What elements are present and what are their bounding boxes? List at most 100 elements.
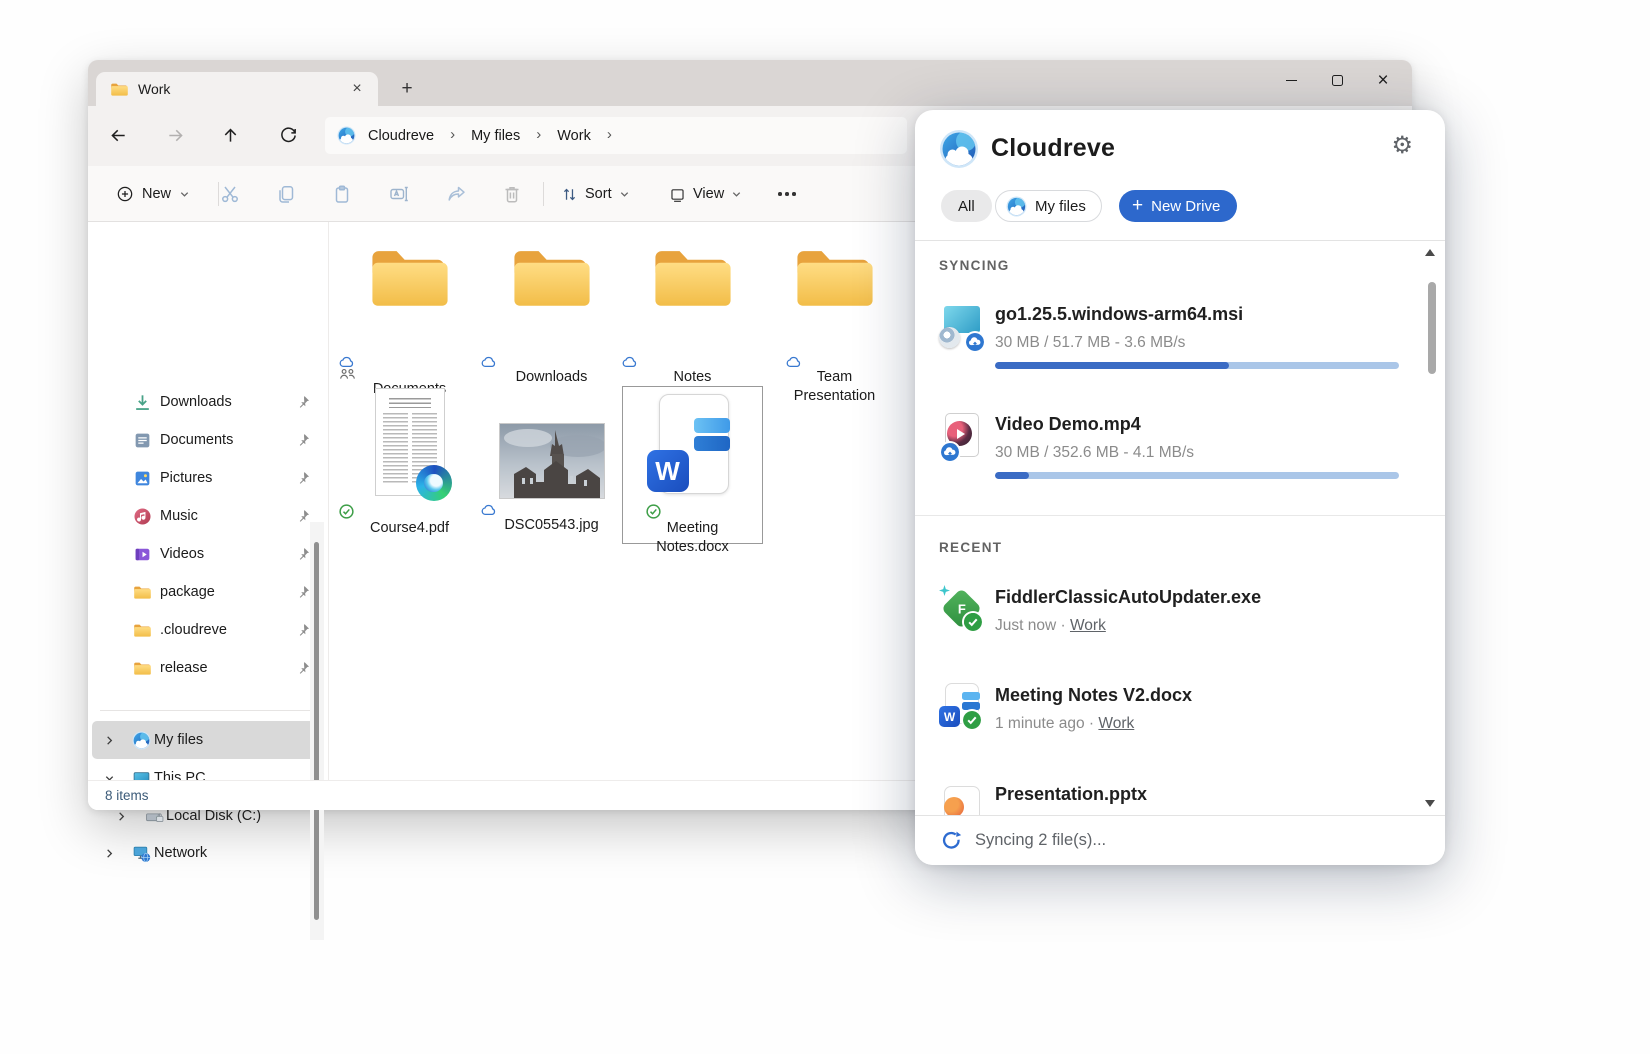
chevron-down-icon — [619, 189, 630, 200]
chevron-right-icon[interactable] — [102, 735, 116, 746]
view-label: View — [693, 186, 724, 202]
view-button[interactable]: View — [660, 177, 751, 211]
filter-all-chip[interactable]: All — [941, 190, 992, 222]
recent-location-link[interactable]: Work — [1070, 617, 1106, 634]
file-tile-dsc05543-jpg[interactable]: DSC05543.jpg — [481, 386, 622, 544]
cut-button[interactable] — [213, 177, 247, 211]
copy-button[interactable] — [269, 177, 303, 211]
scroll-up-arrow[interactable] — [1425, 249, 1435, 256]
close-button[interactable]: × — [1360, 60, 1406, 100]
file-tile-label: Meeting Notes.docx — [622, 504, 763, 557]
chevron-right-icon[interactable] — [102, 848, 116, 859]
tab-work[interactable]: Work × — [96, 72, 378, 106]
paste-button[interactable] — [325, 177, 359, 211]
plus-icon: + — [1132, 196, 1143, 215]
pin-icon[interactable] — [295, 471, 310, 486]
tab-title: Work — [138, 81, 337, 97]
panel-scroll-area[interactable]: SYNCING go1.25.5.windows-arm64.msi 30 MB… — [915, 241, 1445, 815]
sort-button[interactable]: Sort — [552, 177, 639, 211]
pdf-thumbnail — [375, 388, 445, 496]
syncing-header: SYNCING — [939, 258, 1010, 273]
maximize-icon — [1332, 75, 1343, 86]
pin-icon[interactable] — [295, 509, 310, 524]
sync-progress-text: 30 MB / 51.7 MB - 3.6 MB/s — [995, 334, 1185, 352]
tab-close-icon[interactable]: × — [346, 78, 368, 100]
item-count: 8 items — [105, 788, 149, 803]
recent-location-link[interactable]: Work — [1098, 715, 1134, 732]
scroll-down-arrow[interactable] — [1425, 800, 1435, 807]
delete-button[interactable] — [495, 177, 529, 211]
video-file-icon — [941, 413, 985, 461]
sidebar: Downloads Documents Pictures Music — [88, 222, 328, 780]
sidebar-scrollbar[interactable] — [310, 522, 324, 940]
breadcrumb-cloudreve[interactable]: Cloudreve — [364, 126, 438, 146]
recent-header: RECENT — [939, 540, 1002, 555]
sidebar-item-pictures[interactable]: Pictures — [92, 459, 324, 497]
sidebar-item-label: Pictures — [160, 470, 212, 486]
sidebar-item-videos[interactable]: Videos — [92, 535, 324, 573]
new-drive-button[interactable]: + New Drive — [1119, 190, 1237, 222]
progress-bar — [995, 362, 1399, 369]
sidebar-item-downloads[interactable]: Downloads — [92, 383, 324, 421]
sidebar-item-my-files[interactable]: My files — [92, 721, 324, 759]
minimize-button[interactable] — [1268, 60, 1314, 100]
filter-my-files-label: My files — [1035, 198, 1086, 215]
refresh-button[interactable] — [270, 117, 306, 153]
cloudreve-logo-icon — [1006, 196, 1027, 217]
folder-tile-notes[interactable]: Notes — [622, 236, 763, 384]
sidebar-item-label: Documents — [160, 432, 233, 448]
scrollbar-thumb[interactable] — [1428, 282, 1436, 374]
breadcrumb[interactable]: Cloudreve › My files › Work › — [325, 117, 907, 154]
pin-icon[interactable] — [295, 433, 310, 448]
sidebar-item-network[interactable]: Network — [92, 834, 324, 872]
sync-icon — [941, 830, 962, 851]
section-divider — [915, 515, 1445, 516]
chevron-right-icon[interactable] — [114, 811, 128, 822]
sidebar-item-release[interactable]: release — [92, 649, 324, 687]
new-button[interactable]: New — [106, 177, 200, 211]
folder-icon — [110, 82, 129, 97]
up-button[interactable] — [212, 117, 248, 153]
pin-icon[interactable] — [295, 395, 310, 410]
share-button[interactable] — [439, 177, 473, 211]
edge-browser-icon — [416, 465, 452, 501]
sort-label: Sort — [585, 186, 612, 202]
breadcrumb-work[interactable]: Work — [553, 126, 595, 146]
more-options-button[interactable] — [770, 177, 804, 211]
explorer-titlebar: Work × + × — [88, 60, 1412, 106]
folder-tile-downloads[interactable]: Downloads — [481, 236, 622, 384]
sidebar-item-label: Music — [160, 508, 198, 524]
plus-circle-icon — [116, 185, 134, 203]
maximize-button[interactable] — [1314, 60, 1360, 100]
sidebar-item-package[interactable]: package — [92, 573, 324, 611]
file-tile-label: DSC05543.jpg — [481, 504, 622, 535]
pin-icon[interactable] — [295, 547, 310, 562]
sidebar-item-music[interactable]: Music — [92, 497, 324, 535]
pin-icon[interactable] — [295, 661, 310, 676]
sidebar-item-documents[interactable]: Documents — [92, 421, 324, 459]
new-label: New — [142, 186, 171, 202]
recent-file-meta: Just now · Work — [995, 617, 1106, 635]
folder-tile-team-presentation[interactable]: Team Presentation — [764, 236, 905, 384]
cloud-upload-badge-icon — [966, 333, 984, 351]
new-tab-button[interactable]: + — [394, 76, 420, 102]
scrollbar-thumb[interactable] — [314, 542, 319, 920]
pin-icon[interactable] — [295, 585, 310, 600]
chevron-down-icon — [179, 189, 190, 200]
forward-button[interactable] — [157, 117, 193, 153]
back-button[interactable] — [100, 117, 136, 153]
minimize-icon — [1286, 80, 1297, 81]
file-tile-course4-pdf[interactable]: Course4.pdf — [339, 386, 480, 544]
word-file-icon: W — [939, 683, 985, 731]
powerpoint-file-icon — [939, 786, 985, 815]
file-tile-meeting-notes-docx[interactable]: W Meeting Notes.docx — [622, 386, 763, 544]
breadcrumb-my-files[interactable]: My files — [467, 126, 524, 146]
pin-icon[interactable] — [295, 623, 310, 638]
recent-file-meta: 1 minute ago · Work — [995, 715, 1134, 733]
rename-button[interactable] — [382, 177, 416, 211]
sidebar-item-cloudreve-folder[interactable]: .cloudreve — [92, 611, 324, 649]
filter-my-files-chip[interactable]: My files — [995, 190, 1102, 222]
folder-tile-documents[interactable]: Documents — [339, 236, 480, 384]
gear-icon[interactable]: ⚙ — [1391, 134, 1413, 158]
progress-bar — [995, 472, 1399, 479]
